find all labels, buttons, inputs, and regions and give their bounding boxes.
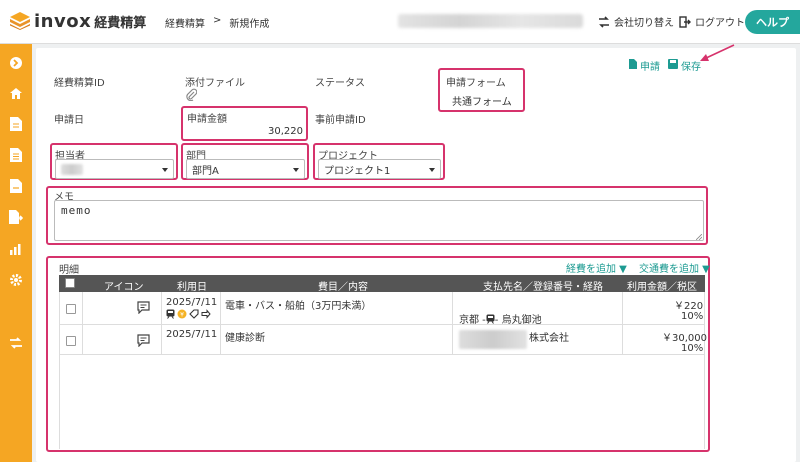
row-item: 電車・バス・船舶（3万円未満） (225, 301, 372, 312)
expense-id-label: 経費精算ID (54, 78, 105, 89)
breadcrumb-expense[interactable]: 経費精算 (165, 15, 205, 30)
project-select[interactable]: プロジェクト1 (318, 159, 441, 179)
row-date: 2025/7/11 (166, 297, 218, 308)
chevron-down-icon (429, 168, 435, 172)
chevron-down-icon (162, 168, 168, 172)
save-icon (668, 59, 678, 72)
table-row[interactable]: 2025/7/11 ¥ 電車・バス・船舶（3万円未満） 京都 - - 烏丸御池 … (59, 292, 705, 326)
apply-icon (629, 59, 637, 72)
row-payee: 株式会社 (529, 333, 569, 344)
add-expense-button[interactable]: 経費を追加 ▼ (566, 260, 627, 275)
breadcrumb-separator: > (213, 15, 222, 26)
column-divider (452, 292, 453, 355)
comment-icon[interactable] (137, 301, 150, 317)
tag-icon (189, 309, 199, 319)
form-type-value: 共通フォーム (452, 97, 512, 108)
select-all-checkbox[interactable] (65, 278, 75, 288)
route-from: 京都 - (459, 315, 486, 326)
details-title: 明細 (59, 265, 79, 276)
row-amount: ￥220 (674, 301, 704, 312)
row-checkbox[interactable] (66, 304, 76, 314)
document-approve-icon[interactable] (9, 179, 23, 193)
status-label: ステータス (315, 78, 365, 89)
row-item: 健康診断 (225, 333, 265, 344)
row-tax: 10% (681, 311, 704, 322)
svg-text:¥: ¥ (180, 312, 184, 319)
memo-textarea[interactable]: memo (54, 200, 704, 241)
document-list-icon[interactable] (9, 148, 23, 162)
report-chart-icon[interactable] (9, 242, 23, 256)
col-item: 費目／内容 (318, 282, 368, 293)
coin-icon: ¥ (177, 309, 187, 319)
paperclip-icon[interactable] (185, 88, 198, 104)
add-transport-button[interactable]: 交通費を追加 ▼ (639, 260, 710, 275)
row-amount: ￥30,000 (662, 333, 707, 344)
breadcrumb: 経費精算 > 新規作成 (165, 15, 269, 30)
row-route: 京都 - - 烏丸御池 (459, 311, 542, 326)
sidebar-expand-icon[interactable] (9, 56, 23, 70)
col-date: 利用日 (177, 282, 207, 293)
col-payee: 支払先名／登録番号・経路 (483, 282, 603, 293)
document-icon[interactable] (9, 117, 23, 131)
switch-company-button[interactable]: 会社切り替え (598, 14, 674, 29)
col-icon: アイコン (104, 282, 144, 293)
apply-button[interactable]: 申請 (629, 58, 660, 73)
logo-text: invox (34, 10, 92, 32)
department-select[interactable]: 部門A (186, 159, 305, 179)
row-date: 2025/7/11 (166, 329, 218, 340)
app-logo[interactable]: invox 経費精算 (10, 10, 146, 32)
column-divider (622, 292, 623, 355)
apply-label: 申請 (640, 62, 660, 73)
settings-gear-icon[interactable] (9, 273, 23, 287)
comment-icon[interactable] (137, 334, 150, 350)
row-status-icons: ¥ (166, 309, 211, 319)
logo-icon (10, 12, 30, 30)
amount-value: 30,220 (268, 126, 303, 137)
attachment-label: 添付ファイル (185, 78, 245, 89)
resize-handle-icon[interactable] (696, 234, 702, 240)
app-header: invox 経費精算 経費精算 > 新規作成 会社切り替え ログアウト ヘルプ (0, 0, 800, 44)
help-button[interactable]: ヘルプ (745, 10, 800, 34)
sidebar (0, 44, 32, 462)
breadcrumb-new: 新規作成 (229, 19, 270, 30)
save-button[interactable]: 保存 (668, 58, 701, 73)
column-divider (161, 292, 162, 355)
table-header: アイコン 利用日 費目／内容 支払先名／登録番号・経路 利用金額／税区分 (59, 275, 705, 308)
person-value-blurred (61, 163, 83, 175)
route-to: - 烏丸御池 (494, 315, 542, 326)
amount-label: 申請金額 (187, 114, 227, 125)
department-value: 部門A (192, 165, 219, 177)
prior-request-id-label: 事前申請ID (315, 115, 366, 126)
logout-button[interactable]: ログアウト (679, 14, 745, 29)
column-divider (82, 292, 83, 355)
project-value: プロジェクト1 (324, 165, 391, 177)
column-divider (220, 292, 221, 355)
apply-date-label: 申請日 (54, 115, 84, 126)
annotation-arrow-icon (700, 44, 735, 61)
row-tax: 10% (681, 343, 704, 354)
table-row[interactable]: 2025/7/11 健康診断 株式会社 ￥30,000 10% (59, 325, 707, 355)
export-icon[interactable] (9, 210, 23, 224)
train-icon (486, 314, 495, 324)
switch-icon (598, 15, 610, 28)
logout-label: ログアウト (695, 18, 745, 29)
arrow-right-icon (201, 309, 211, 319)
payee-blurred (459, 330, 527, 349)
switch-company-label: 会社切り替え (614, 18, 674, 29)
logo-subtitle: 経費精算 (94, 15, 147, 31)
form-type-label: 申請フォーム (446, 78, 506, 89)
user-name-blurred (398, 14, 583, 28)
home-icon[interactable] (9, 86, 23, 100)
train-icon (166, 309, 175, 319)
sidebar-switch-icon[interactable] (9, 336, 23, 350)
row-checkbox[interactable] (66, 336, 76, 346)
person-select[interactable] (55, 159, 174, 179)
chevron-down-icon (293, 168, 299, 172)
logout-icon (679, 15, 691, 28)
